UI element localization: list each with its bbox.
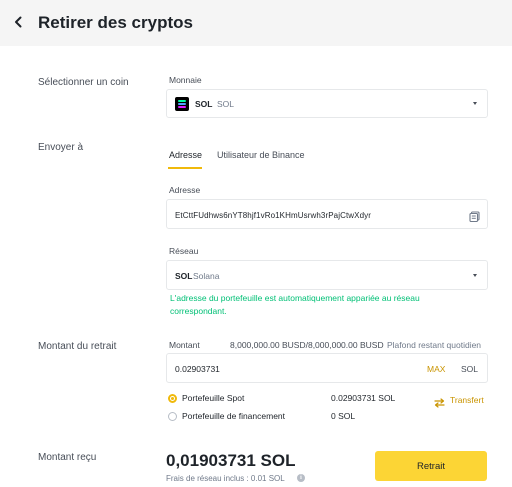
info-icon[interactable]: i bbox=[297, 474, 305, 482]
address-input[interactable]: EtCttFUdhws6nYT8hjf1vRo1KHmUsrwh3rPajCtw… bbox=[166, 199, 488, 229]
wallet-funding-balance: 0 SOL bbox=[331, 411, 356, 421]
transfer-link[interactable]: Transfert bbox=[450, 395, 484, 406]
page-title: Retirer des cryptos bbox=[38, 13, 193, 32]
active-tab-indicator bbox=[168, 167, 202, 169]
solana-logo-icon bbox=[175, 97, 189, 111]
address-value: EtCttFUdhws6nYT8hjf1vRo1KHmUsrwh3rPajCtw… bbox=[175, 211, 372, 220]
network-symbol: SOL bbox=[175, 271, 193, 281]
wallet-spot-label: Portefeuille Spot bbox=[182, 393, 245, 403]
amount-unit: SOL bbox=[461, 364, 479, 374]
tab-binance-user[interactable]: Utilisateur de Binance bbox=[217, 150, 305, 161]
received-amount-label: Montant reçu bbox=[38, 452, 97, 463]
amount-value: 0.02903731 bbox=[175, 364, 220, 374]
network-select[interactable]: SOL Solana bbox=[166, 260, 488, 290]
received-amount-value: 0,01903731 SOL bbox=[166, 451, 296, 470]
amount-input[interactable]: 0.02903731 MAX SOL bbox=[166, 353, 488, 383]
max-button[interactable]: MAX bbox=[427, 364, 445, 375]
wallet-spot-radio[interactable] bbox=[168, 394, 177, 403]
wallet-funding-label: Portefeuille de financement bbox=[182, 411, 286, 421]
select-coin-label: Sélectionner un coin bbox=[38, 77, 129, 88]
coin-name: SOL bbox=[217, 99, 235, 109]
address-field-label: Adresse bbox=[169, 185, 201, 195]
tab-address[interactable]: Adresse bbox=[169, 150, 202, 161]
amount-field-label: Montant bbox=[169, 340, 200, 350]
wallet-funding-radio[interactable] bbox=[168, 412, 177, 421]
network-name: Solana bbox=[193, 271, 220, 281]
daily-limit-label: Plafond restant quotidien bbox=[387, 340, 482, 350]
daily-limit-value: 8,000,000.00 BUSD/8,000,000.00 BUSD bbox=[230, 340, 384, 350]
chevron-down-icon bbox=[473, 102, 477, 105]
back-arrow-icon[interactable] bbox=[12, 13, 26, 31]
network-fee-text: Frais de réseau inclus : 0.01 SOL bbox=[166, 474, 285, 483]
coin-symbol: SOL bbox=[195, 99, 213, 109]
wallet-spot-balance: 0.02903731 SOL bbox=[331, 393, 396, 403]
chevron-down-icon bbox=[473, 274, 477, 277]
coin-select[interactable]: SOL SOL bbox=[166, 89, 488, 118]
network-hint: L'adresse du portefeuille est automatiqu… bbox=[170, 293, 420, 316]
send-to-label: Envoyer à bbox=[38, 142, 84, 153]
currency-field-label: Monnaie bbox=[169, 75, 202, 85]
withdraw-button[interactable]: Retrait bbox=[375, 451, 487, 481]
page-header: Retirer des cryptos bbox=[0, 0, 512, 46]
network-field-label: Réseau bbox=[169, 246, 199, 256]
transfer-icon[interactable] bbox=[434, 395, 445, 408]
withdrawal-amount-label: Montant du retrait bbox=[38, 341, 117, 352]
address-book-icon[interactable] bbox=[469, 209, 480, 223]
